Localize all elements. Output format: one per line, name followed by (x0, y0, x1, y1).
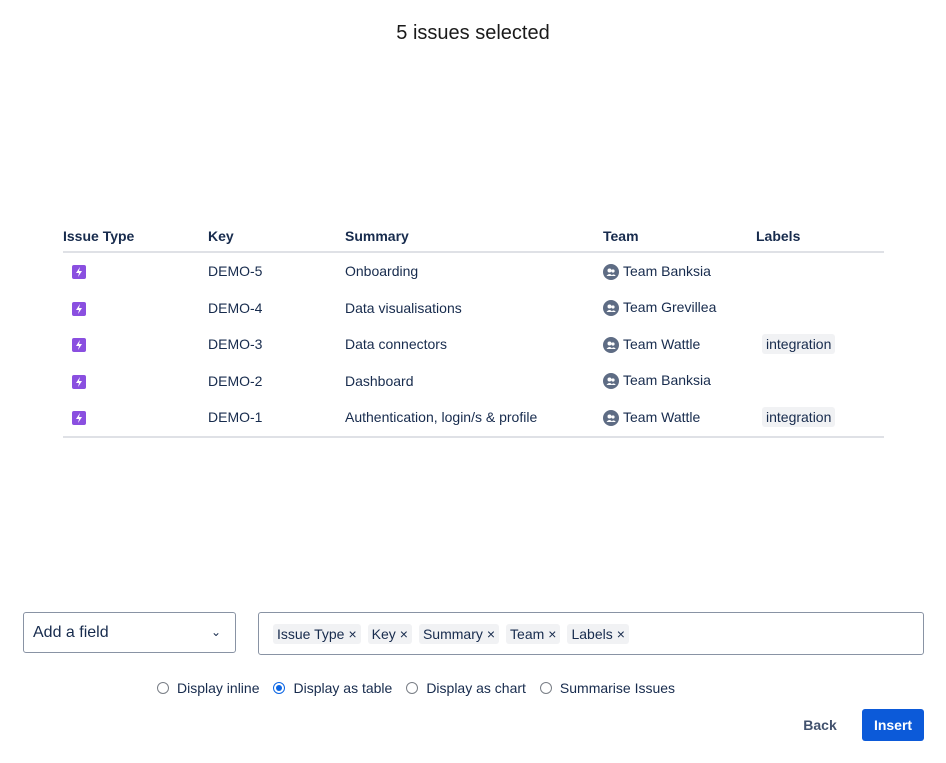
cell-issue-type (63, 399, 208, 438)
column-header-summary[interactable]: Summary (345, 224, 603, 253)
radio-button[interactable] (406, 682, 419, 694)
remove-field-icon[interactable]: × (487, 626, 495, 642)
field-tag-label: Summary (422, 625, 483, 642)
remove-field-icon[interactable]: × (400, 626, 408, 642)
epic-icon (72, 374, 86, 389)
insert-button[interactable]: Insert (862, 709, 924, 741)
team-name: Team Wattle (623, 408, 701, 425)
remove-field-icon[interactable]: × (348, 626, 356, 642)
remove-field-icon[interactable]: × (617, 626, 625, 642)
team-name: Team Banksia (623, 262, 711, 279)
column-header-team[interactable]: Team (603, 224, 756, 253)
cell-issue-type (63, 252, 208, 290)
field-tag-label: Labels (571, 625, 613, 642)
team-icon (603, 409, 619, 426)
label-tag[interactable]: integration (762, 334, 836, 355)
field-tag: Issue Type × (273, 623, 361, 644)
field-tag: Key × (367, 623, 412, 644)
cell-key[interactable]: DEMO-3 (208, 326, 345, 363)
radio-label: Display as chart (426, 680, 526, 696)
cell-summary: Data visualisations (345, 290, 603, 327)
page-title: 5 issues selected (396, 22, 550, 44)
team-name: Team Wattle (623, 335, 701, 352)
cell-team: Team Grevillea (603, 290, 756, 327)
cell-key[interactable]: DEMO-5 (208, 252, 345, 290)
issue-summary[interactable]: Onboarding (345, 263, 418, 279)
issue-key-link[interactable]: DEMO-5 (208, 263, 262, 279)
table-row[interactable]: DEMO-1 Authentication, login/s & profile… (63, 399, 884, 438)
cell-team: Team Banksia (603, 363, 756, 400)
cell-key[interactable]: DEMO-2 (208, 363, 345, 400)
table-row[interactable]: DEMO-2 Dashboard Team Banksia (63, 363, 884, 400)
cell-key[interactable]: DEMO-4 (208, 290, 345, 327)
chevron-down-icon: ⌄ (210, 625, 221, 639)
cell-team: Team Wattle (603, 399, 756, 438)
display-options: Display inline Display as table Display as… (157, 680, 675, 696)
cell-summary: Onboarding (345, 252, 603, 290)
issue-summary[interactable]: Authentication, login/s & profile (345, 409, 537, 425)
team-icon (603, 300, 619, 317)
add-field-placeholder: Add a field (33, 624, 109, 641)
field-tag-label: Team (510, 625, 545, 642)
selected-fields-input[interactable]: Issue Type × Key × Summary × Team × Labels × (258, 612, 924, 655)
table-row[interactable]: DEMO-5 Onboarding Team Banksia (63, 252, 884, 290)
issue-key-link[interactable]: DEMO-4 (208, 300, 262, 316)
cell-labels (756, 363, 884, 400)
display-option-radio[interactable]: Summarise Issues (539, 680, 676, 696)
field-tag: Labels × (567, 623, 629, 644)
team-icon (603, 336, 619, 353)
cell-labels: integration (756, 399, 884, 438)
column-header-issue-type[interactable]: Issue Type (63, 224, 208, 253)
table-row[interactable]: DEMO-4 Data visualisations Team Greville… (63, 290, 884, 327)
radio-label: Display inline (177, 680, 260, 696)
cell-issue-type (63, 290, 208, 327)
team-name: Team Banksia (623, 372, 711, 389)
add-field-select[interactable]: Add a field ⌄ (23, 612, 236, 653)
radio-button[interactable] (157, 682, 169, 694)
cell-issue-type (63, 363, 208, 400)
radio-label: Summarise Issues (559, 680, 676, 696)
cell-team: Team Banksia (603, 252, 756, 290)
issue-summary[interactable]: Data connectors (345, 336, 447, 352)
epic-icon (72, 301, 86, 316)
field-tag-label: Issue Type (277, 625, 345, 642)
issue-key-link[interactable]: DEMO-2 (208, 373, 262, 389)
label-tag[interactable]: integration (762, 407, 836, 428)
epic-icon (72, 338, 86, 353)
cell-summary: Authentication, login/s & profile (345, 399, 603, 438)
cell-labels: integration (756, 326, 884, 363)
column-header-key[interactable]: Key (208, 224, 345, 253)
display-option-radio[interactable]: Display as table (273, 680, 392, 696)
team-icon (603, 263, 619, 280)
epic-icon (72, 411, 86, 426)
back-button[interactable]: Back (790, 709, 850, 741)
remove-field-icon[interactable]: × (548, 626, 556, 642)
cell-team: Team Wattle (603, 326, 756, 363)
cell-summary: Dashboard (345, 363, 603, 400)
team-icon (603, 373, 619, 390)
cell-labels (756, 290, 884, 327)
issues-table: Issue Type Key Summary Team Labels DEMO-… (63, 224, 884, 438)
display-option-radio[interactable]: Display as chart (406, 680, 526, 696)
issue-key-link[interactable]: DEMO-3 (208, 336, 262, 352)
radio-button[interactable] (539, 682, 552, 694)
radio-label: Display as table (293, 680, 393, 696)
radio-button[interactable] (273, 682, 286, 694)
table-row[interactable]: DEMO-3 Data connectors Team Wattle integ… (63, 326, 884, 363)
cell-key[interactable]: DEMO-1 (208, 399, 345, 438)
epic-icon (72, 265, 86, 280)
field-tag: Team × (506, 623, 561, 644)
field-tag: Summary × (418, 623, 500, 644)
team-name: Team Grevillea (623, 299, 717, 316)
cell-summary: Data connectors (345, 326, 603, 363)
field-tag-label: Key (371, 625, 396, 642)
cell-issue-type (63, 326, 208, 363)
display-option-radio[interactable]: Display inline (157, 680, 259, 696)
issue-summary[interactable]: Dashboard (345, 373, 414, 389)
table-header-row: Issue Type Key Summary Team Labels (63, 224, 884, 253)
issue-key-link[interactable]: DEMO-1 (208, 409, 262, 425)
cell-labels (756, 252, 884, 290)
column-header-labels[interactable]: Labels (756, 224, 884, 253)
issue-summary[interactable]: Data visualisations (345, 300, 462, 316)
